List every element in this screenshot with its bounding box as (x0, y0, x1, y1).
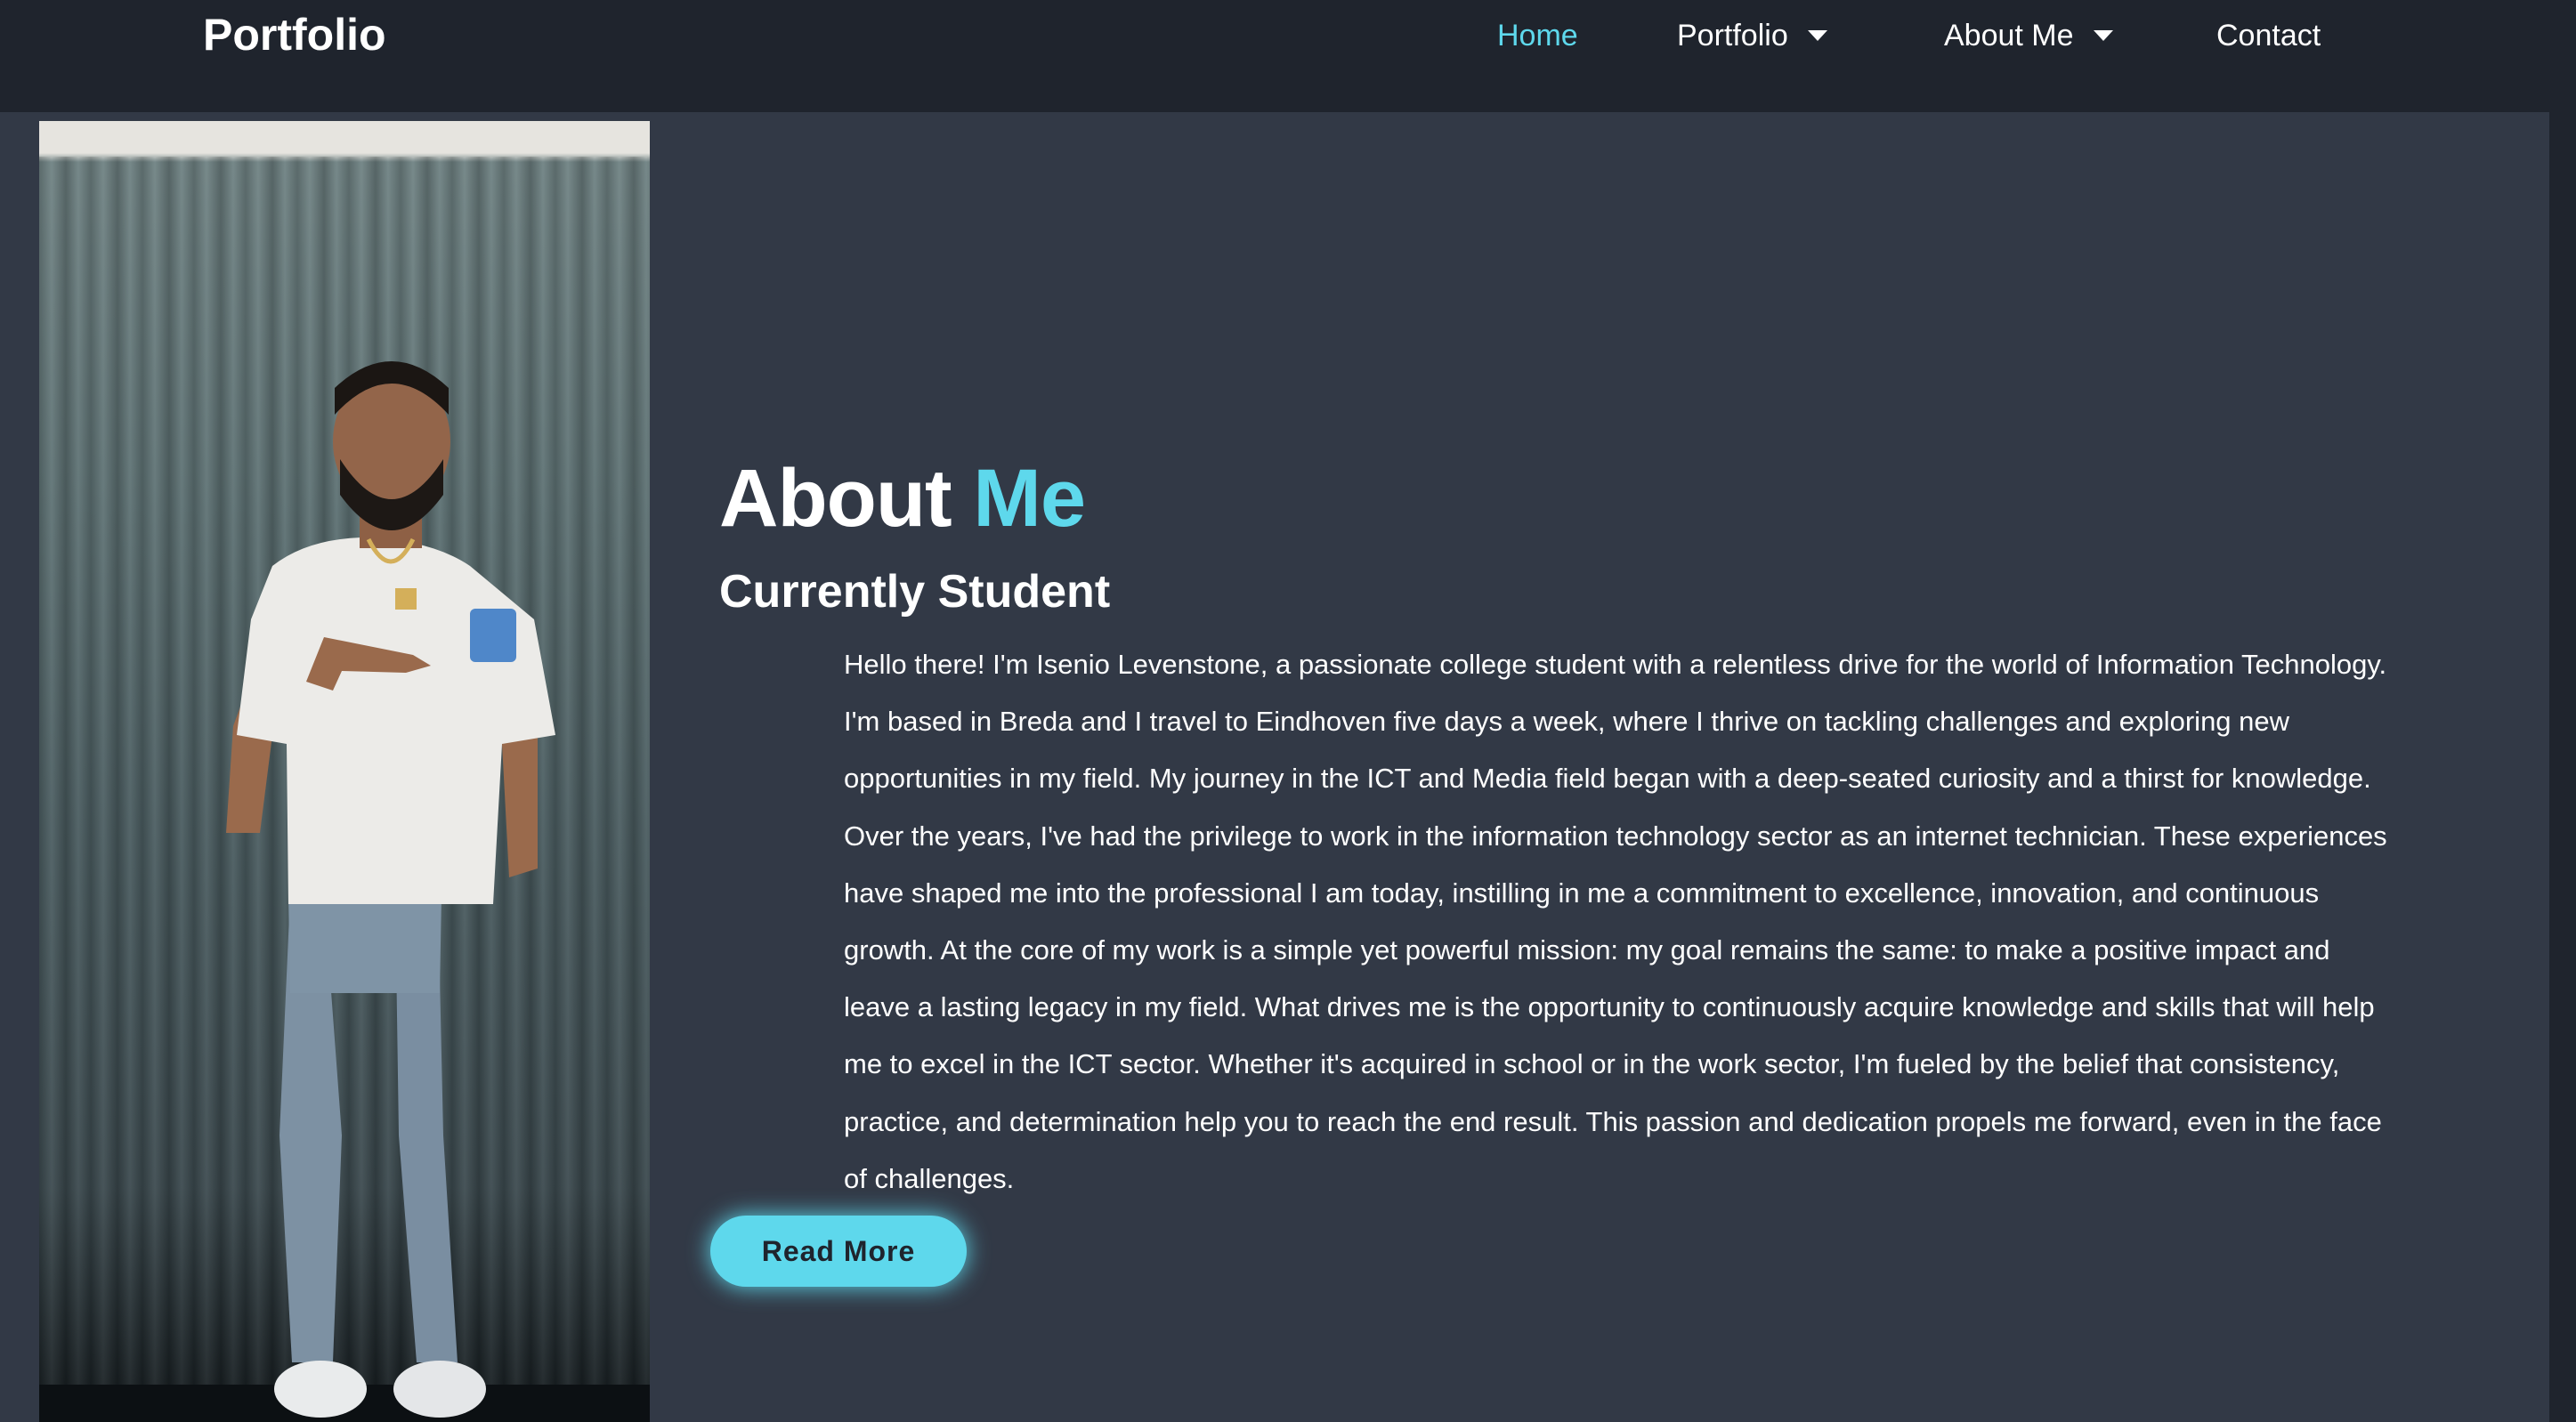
chevron-down-icon (1807, 30, 1827, 41)
nav-item-about-me[interactable]: About Me (1944, 9, 2113, 62)
bio-text: Hello there! I'm Isenio Levenstone, a pa… (844, 649, 2387, 1194)
person-figure (39, 361, 650, 1422)
nav-item-home[interactable]: Home (1497, 9, 1578, 62)
page-title: About Me (719, 449, 1086, 547)
nav-item-contact[interactable]: Contact (2216, 9, 2321, 62)
brand-logo[interactable]: Portfolio (203, 7, 386, 62)
chevron-down-icon (2093, 30, 2113, 41)
subheading: Currently Student (719, 566, 1111, 618)
nav-item-about-me-label: About Me (1944, 18, 2074, 53)
page-title-accent: Me (973, 453, 1086, 544)
navbar: Portfolio Home Portfolio About Me Contac… (0, 0, 2576, 112)
page-edge (2549, 112, 2576, 1422)
nav-item-home-label: Home (1497, 18, 1578, 53)
profile-photo (39, 121, 650, 1422)
nav-item-portfolio[interactable]: Portfolio (1677, 9, 1827, 62)
nav-item-contact-label: Contact (2216, 18, 2321, 53)
read-more-button[interactable]: Read More (710, 1216, 967, 1287)
nav-item-portfolio-label: Portfolio (1677, 18, 1788, 53)
page-title-part1: About (719, 453, 952, 544)
